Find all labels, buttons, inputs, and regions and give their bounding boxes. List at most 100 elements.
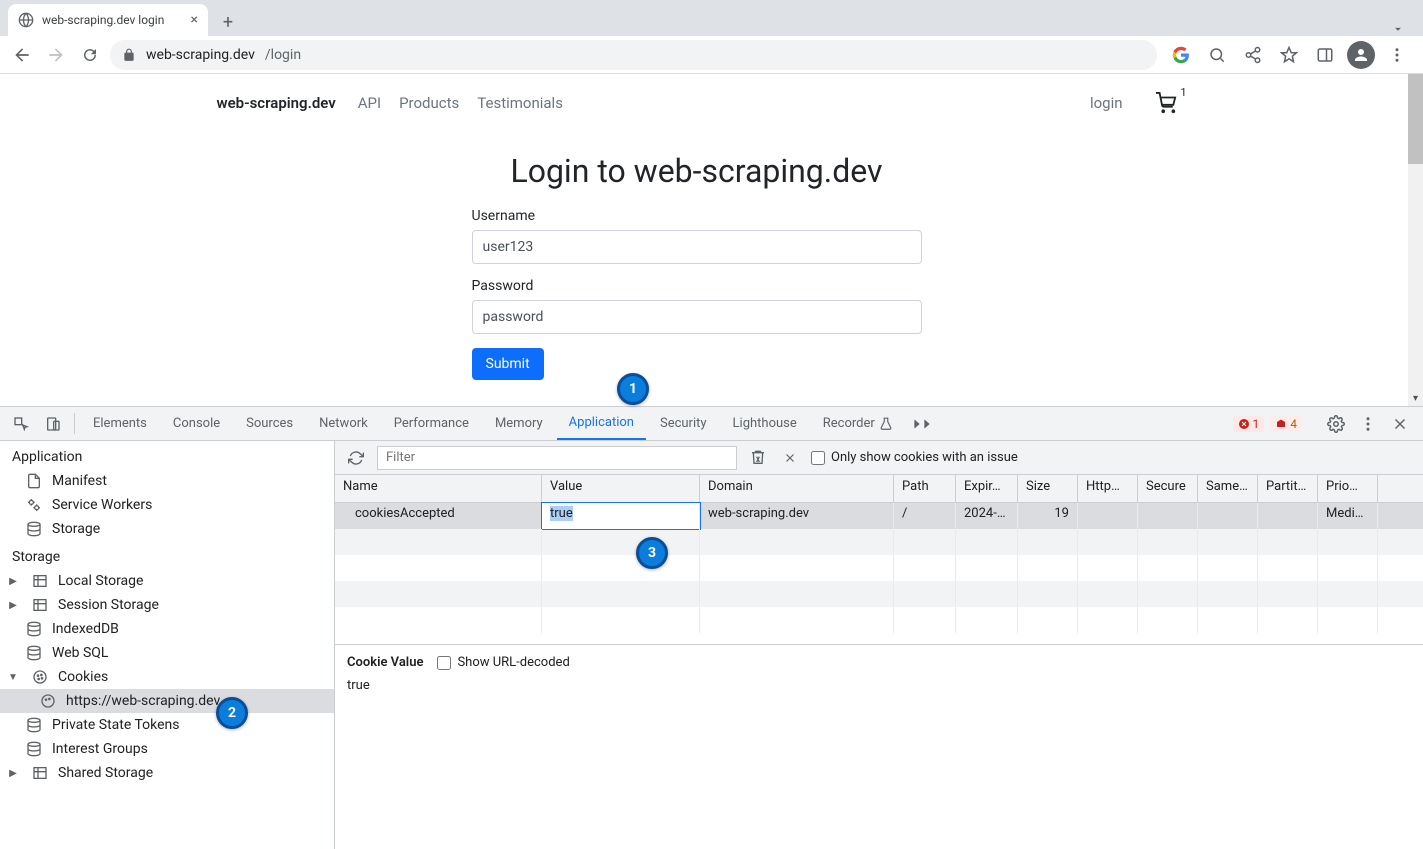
section-storage: Storage [0, 541, 334, 569]
tab-lighthouse[interactable]: Lighthouse [721, 407, 809, 440]
google-icon[interactable] [1167, 41, 1195, 69]
tab-title: web-scraping.dev login [42, 13, 164, 27]
cookie-row-empty[interactable] [335, 607, 1423, 633]
nav-products[interactable]: Products [399, 94, 459, 112]
tab-recorder[interactable]: Recorder [811, 407, 905, 440]
scrollbar-thumb[interactable] [1408, 74, 1423, 164]
col-value[interactable]: Value [542, 475, 700, 502]
cell-samesite[interactable] [1198, 503, 1258, 529]
cell-path[interactable]: / [894, 503, 956, 529]
profile-avatar[interactable] [1347, 41, 1375, 69]
close-devtools-icon[interactable] [1387, 411, 1413, 437]
tab-performance[interactable]: Performance [382, 407, 481, 440]
cookie-row[interactable]: cookiesAccepted true web-scraping.dev / … [335, 503, 1423, 529]
nav-api[interactable]: API [358, 94, 381, 112]
sidebar-item-local-storage[interactable]: ▶ Local Storage [0, 569, 334, 593]
nav-login[interactable]: login [1090, 94, 1123, 112]
devtools-main: Only show cookies with an issue Name Val… [335, 441, 1423, 849]
cell-priority[interactable]: Medi… [1318, 503, 1378, 529]
cookie-row-empty[interactable] [335, 555, 1423, 581]
inspect-icon[interactable] [6, 407, 36, 440]
sidebar-item-cookies[interactable]: ▼ Cookies [0, 665, 334, 689]
col-httponly[interactable]: Http… [1078, 475, 1138, 502]
tab-security[interactable]: Security [648, 407, 719, 440]
sidebar-item-websql[interactable]: Web SQL [0, 641, 334, 665]
more-tabs-icon[interactable] [907, 407, 937, 440]
col-domain[interactable]: Domain [700, 475, 894, 502]
tab-memory[interactable]: Memory [483, 407, 555, 440]
sidebar-item-shared-storage[interactable]: ▶ Shared Storage [0, 761, 334, 785]
scroll-down-icon[interactable]: ▾ [1408, 391, 1423, 406]
cookie-row-empty[interactable] [335, 529, 1423, 555]
new-tab-button[interactable]: + [214, 8, 242, 36]
url-path: /login [265, 47, 301, 63]
chrome-menu-icon[interactable] [1383, 41, 1411, 69]
sidebar-item-indexeddb[interactable]: IndexedDB [0, 617, 334, 641]
cell-expires[interactable]: 2024-… [956, 503, 1018, 529]
tab-sources[interactable]: Sources [234, 407, 305, 440]
col-partition[interactable]: Partiti… [1258, 475, 1318, 502]
browser-tab[interactable]: web-scraping.dev login × [8, 4, 208, 36]
cell-name[interactable]: cookiesAccepted [335, 503, 542, 529]
site-brand[interactable]: web-scraping.dev [217, 94, 336, 112]
share-icon[interactable] [1239, 41, 1267, 69]
password-input[interactable] [472, 300, 922, 334]
tab-elements[interactable]: Elements [81, 407, 159, 440]
chevron-down-icon: ▼ [8, 672, 18, 683]
settings-icon[interactable] [1323, 411, 1349, 437]
delete-icon[interactable] [779, 447, 801, 469]
filter-input[interactable] [377, 446, 737, 470]
devtools-menu-icon[interactable] [1355, 411, 1381, 437]
col-name[interactable]: Name [335, 475, 542, 502]
col-samesite[interactable]: Same… [1198, 475, 1258, 502]
col-size[interactable]: Size [1018, 475, 1078, 502]
back-button[interactable] [8, 41, 36, 69]
cart-icon[interactable]: 1 [1155, 92, 1177, 114]
col-path[interactable]: Path [894, 475, 956, 502]
page-scrollbar[interactable]: ▾ [1408, 74, 1423, 406]
sidebar-item-session-storage[interactable]: ▶ Session Storage [0, 593, 334, 617]
login-title: Login to web-scraping.dev [472, 152, 922, 190]
error-count-badge[interactable]: 1 [1233, 416, 1265, 432]
issue-count-badge[interactable]: 4 [1270, 416, 1302, 432]
clear-filter-icon[interactable] [747, 447, 769, 469]
cell-partition[interactable] [1258, 503, 1318, 529]
only-issues-checkbox[interactable]: Only show cookies with an issue [811, 450, 1018, 465]
bookmark-icon[interactable] [1275, 41, 1303, 69]
sidepanel-icon[interactable] [1311, 41, 1339, 69]
sidebar-item-storage[interactable]: Storage [0, 517, 334, 541]
close-tab-icon[interactable]: × [191, 12, 198, 28]
reload-button[interactable] [76, 41, 104, 69]
col-priority[interactable]: Prio… [1318, 475, 1378, 502]
cookie-row-empty[interactable] [335, 581, 1423, 607]
submit-button[interactable]: Submit [472, 348, 544, 380]
sidebar-item-service-workers[interactable]: Service Workers [0, 493, 334, 517]
sidebar-item-private-state-tokens[interactable]: Private State Tokens [0, 713, 334, 737]
sidebar-item-manifest[interactable]: Manifest [0, 469, 334, 493]
cell-secure[interactable] [1138, 503, 1198, 529]
cell-size[interactable]: 19 [1018, 503, 1078, 529]
sidebar-item-cookie-origin[interactable]: https://web-scraping.dev [0, 689, 334, 713]
device-toggle-icon[interactable] [38, 407, 68, 440]
show-decoded-checkbox[interactable]: Show URL-decoded [437, 655, 569, 670]
cell-value[interactable]: true [542, 503, 700, 529]
forward-button[interactable] [42, 41, 70, 69]
annotation-3: 3 [636, 537, 668, 569]
address-bar[interactable]: web-scraping.dev/login [110, 40, 1157, 70]
refresh-icon[interactable] [345, 447, 367, 469]
sidebar-item-interest-groups[interactable]: Interest Groups [0, 737, 334, 761]
tab-overflow-icon[interactable] [1381, 22, 1415, 36]
username-input[interactable] [472, 230, 922, 264]
tab-application[interactable]: Application [557, 407, 646, 440]
col-expires[interactable]: Expir… [956, 475, 1018, 502]
cell-domain[interactable]: web-scraping.dev [700, 503, 894, 529]
nav-testimonials[interactable]: Testimonials [477, 94, 563, 112]
cell-httponly[interactable] [1078, 503, 1138, 529]
cookie-icon [32, 669, 48, 685]
tab-network[interactable]: Network [307, 407, 380, 440]
detail-title: Cookie Value [347, 655, 423, 670]
tab-console[interactable]: Console [161, 407, 232, 440]
col-secure[interactable]: Secure [1138, 475, 1198, 502]
devtools-tab-bar: Elements Console Sources Network Perform… [0, 407, 1423, 441]
zoom-icon[interactable] [1203, 41, 1231, 69]
